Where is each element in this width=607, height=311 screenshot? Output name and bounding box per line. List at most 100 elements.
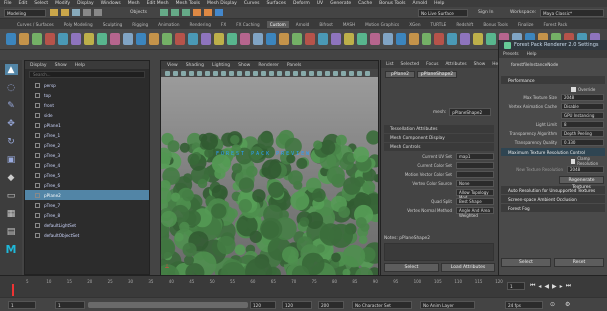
- shelf-tab-mash[interactable]: MASH: [340, 21, 358, 28]
- viewport-tool-icon[interactable]: [301, 70, 306, 76]
- workspace-select[interactable]: Maya Classic*: [540, 9, 604, 17]
- shelf-tab-bonus-tools[interactable]: Bonus Tools: [480, 21, 511, 28]
- viewport-tool-icon[interactable]: [285, 70, 290, 76]
- viewport-tool-icon[interactable]: [173, 70, 178, 76]
- viewport-tool-icon[interactable]: [317, 70, 322, 76]
- viewport-tool-icon[interactable]: [229, 70, 234, 76]
- ipr-render-icon[interactable]: [204, 9, 212, 16]
- shelf-tool-icon[interactable]: [434, 33, 445, 45]
- outliner-item[interactable]: pTree_7: [25, 200, 149, 210]
- outliner-menu-help[interactable]: Help: [75, 63, 85, 68]
- outliner-search-input[interactable]: Search...: [29, 71, 145, 78]
- attr-field-value[interactable]: [456, 162, 494, 169]
- attr-menu-attributes[interactable]: Attributes: [445, 62, 466, 67]
- viewport-tool-icon[interactable]: [365, 70, 370, 76]
- move-tool-icon[interactable]: ✥: [5, 118, 18, 129]
- menu-edit[interactable]: Edit: [19, 1, 28, 6]
- playback-end-field[interactable]: 120: [250, 301, 276, 309]
- shelf-tool-icon[interactable]: [96, 33, 107, 45]
- outliner-menu-display[interactable]: Display: [30, 63, 47, 68]
- shelf-tab-fx-caching[interactable]: FX Caching: [233, 21, 263, 28]
- outliner-item[interactable]: defaultLightSet: [25, 220, 149, 230]
- shelf-tab-rendering[interactable]: Rendering: [187, 21, 214, 28]
- ff-field-value[interactable]: Depth Peeling: [561, 130, 604, 137]
- regenerate-textures-button[interactable]: Regenerate Textures: [559, 176, 604, 190]
- node-tab-pplane2[interactable]: pPlane2: [385, 71, 415, 78]
- shelf-tool-icon[interactable]: [135, 33, 146, 45]
- shelf-tab-curves-surfaces[interactable]: Curves / Surfaces: [14, 21, 57, 28]
- viewport-tool-icon[interactable]: [213, 70, 218, 76]
- viewport-tool-icon[interactable]: [205, 70, 210, 76]
- menu-generate[interactable]: Generate: [330, 1, 351, 6]
- viewport-tool-icon[interactable]: [165, 70, 170, 76]
- shelf-tool-icon[interactable]: [395, 33, 406, 45]
- open-scene-icon[interactable]: [61, 9, 69, 16]
- ff-section-max-texture[interactable]: Maximum Texture Resolution Control: [501, 148, 605, 156]
- range-end-field[interactable]: 120: [282, 301, 312, 309]
- shelf-tool-icon[interactable]: [161, 33, 172, 45]
- rotate-tool-icon[interactable]: ↻: [5, 136, 18, 147]
- notes-textarea[interactable]: [384, 243, 494, 261]
- attr-field-value[interactable]: Best Shape: [456, 198, 494, 205]
- attr-field-value[interactable]: map1: [456, 153, 494, 160]
- outliner-item[interactable]: persp: [25, 80, 149, 90]
- shelf-tool-icon[interactable]: [421, 33, 432, 45]
- viewport-tool-icon[interactable]: [309, 70, 314, 76]
- viewport-tool-icon[interactable]: [245, 70, 250, 76]
- override-checkbox[interactable]: [571, 86, 576, 92]
- shelf-tool-icon[interactable]: [265, 33, 276, 45]
- shelf-tab-motion-graphics[interactable]: Motion Graphics: [362, 21, 402, 28]
- attr-field-value[interactable]: [456, 171, 494, 178]
- undo-icon[interactable]: [83, 9, 91, 16]
- animation-end-field[interactable]: 200: [318, 301, 344, 309]
- viewport-menu-view[interactable]: View: [167, 63, 178, 68]
- shelf-tab-sculpting[interactable]: Sculpting: [100, 21, 126, 28]
- attr-menu-list[interactable]: List: [386, 62, 394, 67]
- shelf-tool-icon[interactable]: [252, 33, 263, 45]
- shelf-tool-icon[interactable]: [369, 33, 380, 45]
- viewport-tool-icon[interactable]: [325, 70, 330, 76]
- ff-section-ssao[interactable]: Screen-space Ambient Occlusion: [501, 195, 605, 203]
- shelf-tool-icon[interactable]: [6, 33, 16, 45]
- attr-section[interactable]: Mesh Controls: [384, 143, 494, 151]
- attr-menu-selected[interactable]: Selected: [401, 62, 420, 67]
- current-time-marker[interactable]: [12, 284, 14, 296]
- outliner-item[interactable]: pPlane1: [25, 120, 149, 130]
- menu-edit-mesh[interactable]: Edit Mesh: [147, 1, 169, 6]
- shelf-tab-forest-pack[interactable]: Forest Pack: [540, 21, 570, 28]
- play-backward-icon[interactable]: ◀: [544, 283, 549, 290]
- viewport-tool-icon[interactable]: [269, 70, 274, 76]
- redo-icon[interactable]: [94, 9, 102, 16]
- render-settings-icon[interactable]: [215, 9, 223, 16]
- shelf-tool-icon[interactable]: [174, 33, 185, 45]
- menu-display[interactable]: Display: [77, 1, 94, 6]
- menu-surfaces[interactable]: Surfaces: [266, 1, 286, 6]
- viewport-tool-icon[interactable]: [221, 70, 226, 76]
- ff-field-value[interactable]: 0.330: [561, 139, 604, 146]
- shelf-tab-xgen[interactable]: XGen: [406, 21, 423, 28]
- step-back-icon[interactable]: ◂: [538, 283, 541, 290]
- shelf-tab-poly-modeling[interactable]: Poly Modeling: [61, 21, 96, 28]
- new-texture-field[interactable]: 2048: [567, 166, 604, 173]
- outliner-item[interactable]: pTree_2: [25, 140, 149, 150]
- shelf-tool-icon[interactable]: [291, 33, 302, 45]
- render-icon[interactable]: [193, 9, 201, 16]
- shelf-tool-icon[interactable]: [330, 33, 341, 45]
- anim-prefs-icon[interactable]: ⚙: [565, 301, 570, 308]
- menu-select[interactable]: Select: [34, 1, 48, 6]
- shelf-tool-icon[interactable]: [18, 33, 29, 45]
- outliner-item[interactable]: side: [25, 110, 149, 120]
- range-start-field[interactable]: 1: [8, 301, 36, 309]
- shelf-tool-icon[interactable]: [278, 33, 289, 45]
- viewport-tool-icon[interactable]: [197, 70, 202, 76]
- snap-curve-icon[interactable]: [171, 9, 179, 16]
- shelf-tool-icon[interactable]: [343, 33, 354, 45]
- sign-in-label[interactable]: Sign In: [478, 10, 493, 15]
- viewport-menu-panels[interactable]: Panels: [287, 63, 301, 68]
- snap-grid-icon[interactable]: [160, 9, 168, 16]
- shelf-tool-icon[interactable]: [31, 33, 42, 45]
- viewport-tool-icon[interactable]: [333, 70, 338, 76]
- shelf-tool-icon[interactable]: [486, 33, 497, 45]
- last-tool-icon[interactable]: ◆: [5, 172, 18, 183]
- attr-section[interactable]: Tessellation Attributes: [384, 125, 494, 133]
